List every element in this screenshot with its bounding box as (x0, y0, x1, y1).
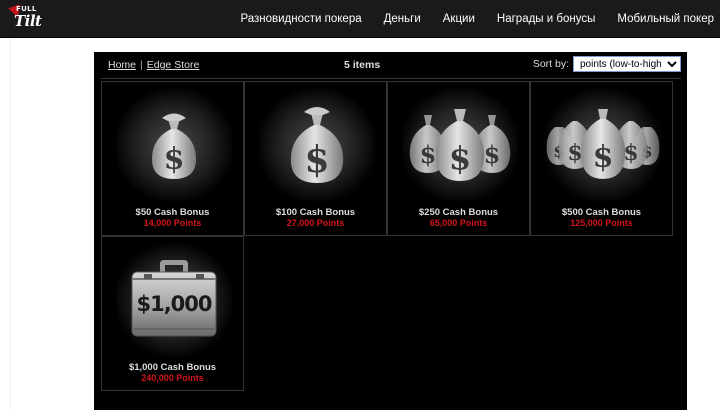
breadcrumb: Home | Edge Store (108, 59, 199, 71)
item-name[interactable]: $100 Cash Bonus (245, 207, 386, 218)
top-navigation-bar: FULL Tilt Разновидности покера Деньги Ак… (0, 0, 720, 38)
main-menu: Разновидности покера Деньги Акции Наград… (240, 0, 714, 37)
store-item-1000-cash-bonus[interactable]: $1,000 $1,000 Cash Bonus 240,000 Points (101, 236, 244, 391)
money-bags-three-icon[interactable]: $ $ $ (402, 89, 518, 201)
logo-main-text: Tilt (14, 12, 42, 30)
breadcrumb-home-link[interactable]: Home (108, 59, 136, 71)
item-name[interactable]: $1,000 Cash Bonus (102, 362, 243, 373)
item-points: 125,000 Points (570, 218, 633, 228)
item-points: 65,000 Points (429, 218, 488, 228)
item-points: 14,000 Points (143, 218, 202, 228)
money-bag-icon[interactable]: $ (116, 89, 232, 201)
item-points: 240,000 Points (141, 373, 204, 383)
item-count: 5 items (344, 59, 381, 71)
nav-item-rewards[interactable]: Награды и бонусы (497, 13, 595, 25)
sort-control: Sort by: points (low-to-high) (533, 56, 681, 72)
store-item-100-cash-bonus[interactable]: $ $100 Cash Bonus 27,000 Points (244, 81, 387, 236)
store-item-50-cash-bonus[interactable]: $ $50 Cash Bonus 14,000 Points (101, 81, 244, 236)
svg-text:$: $ (164, 142, 185, 177)
sort-select[interactable]: points (low-to-high) (573, 56, 681, 72)
briefcase-icon[interactable]: $1,000 (116, 244, 232, 356)
nav-item-promotions[interactable]: Акции (443, 13, 475, 25)
header-divider (100, 78, 681, 79)
svg-text:$: $ (623, 140, 638, 166)
edge-store-panel: Home | Edge Store 5 items Sort by: points … (94, 52, 687, 410)
item-name[interactable]: $250 Cash Bonus (388, 207, 529, 218)
svg-text:$: $ (593, 140, 614, 175)
store-item-250-cash-bonus[interactable]: $ $ $ $250 Cash Bonus 65,000 Points (387, 81, 530, 236)
breadcrumb-edge-store-link[interactable]: Edge Store (147, 59, 200, 71)
svg-text:$: $ (304, 139, 329, 181)
money-bags-many-icon[interactable]: $ $ $ $ $ (545, 89, 661, 201)
svg-text:$: $ (449, 139, 471, 177)
store-item-500-cash-bonus[interactable]: $ $ $ $ $ $500 Cash Bonus 125,00 (530, 81, 673, 236)
store-header: Home | Edge Store 5 items Sort by: points … (94, 52, 687, 78)
item-name[interactable]: $50 Cash Bonus (102, 207, 243, 218)
svg-text:$: $ (484, 140, 501, 169)
nav-item-money[interactable]: Деньги (384, 13, 421, 25)
item-name[interactable]: $500 Cash Bonus (531, 207, 672, 218)
svg-text:$: $ (567, 140, 582, 166)
breadcrumb-separator: | (140, 59, 143, 71)
money-bag-icon[interactable]: $ (259, 89, 375, 201)
item-points: 27,000 Points (286, 218, 345, 228)
nav-item-poker-variants[interactable]: Разновидности покера (240, 13, 361, 25)
left-border-line (10, 38, 11, 410)
briefcase-label: $1,000 (136, 292, 212, 316)
sort-label: Sort by: (532, 58, 569, 70)
svg-text:$: $ (420, 140, 437, 169)
full-tilt-logo[interactable]: FULL Tilt (8, 3, 52, 33)
nav-item-mobile-poker[interactable]: Мобильный покер (617, 13, 714, 25)
